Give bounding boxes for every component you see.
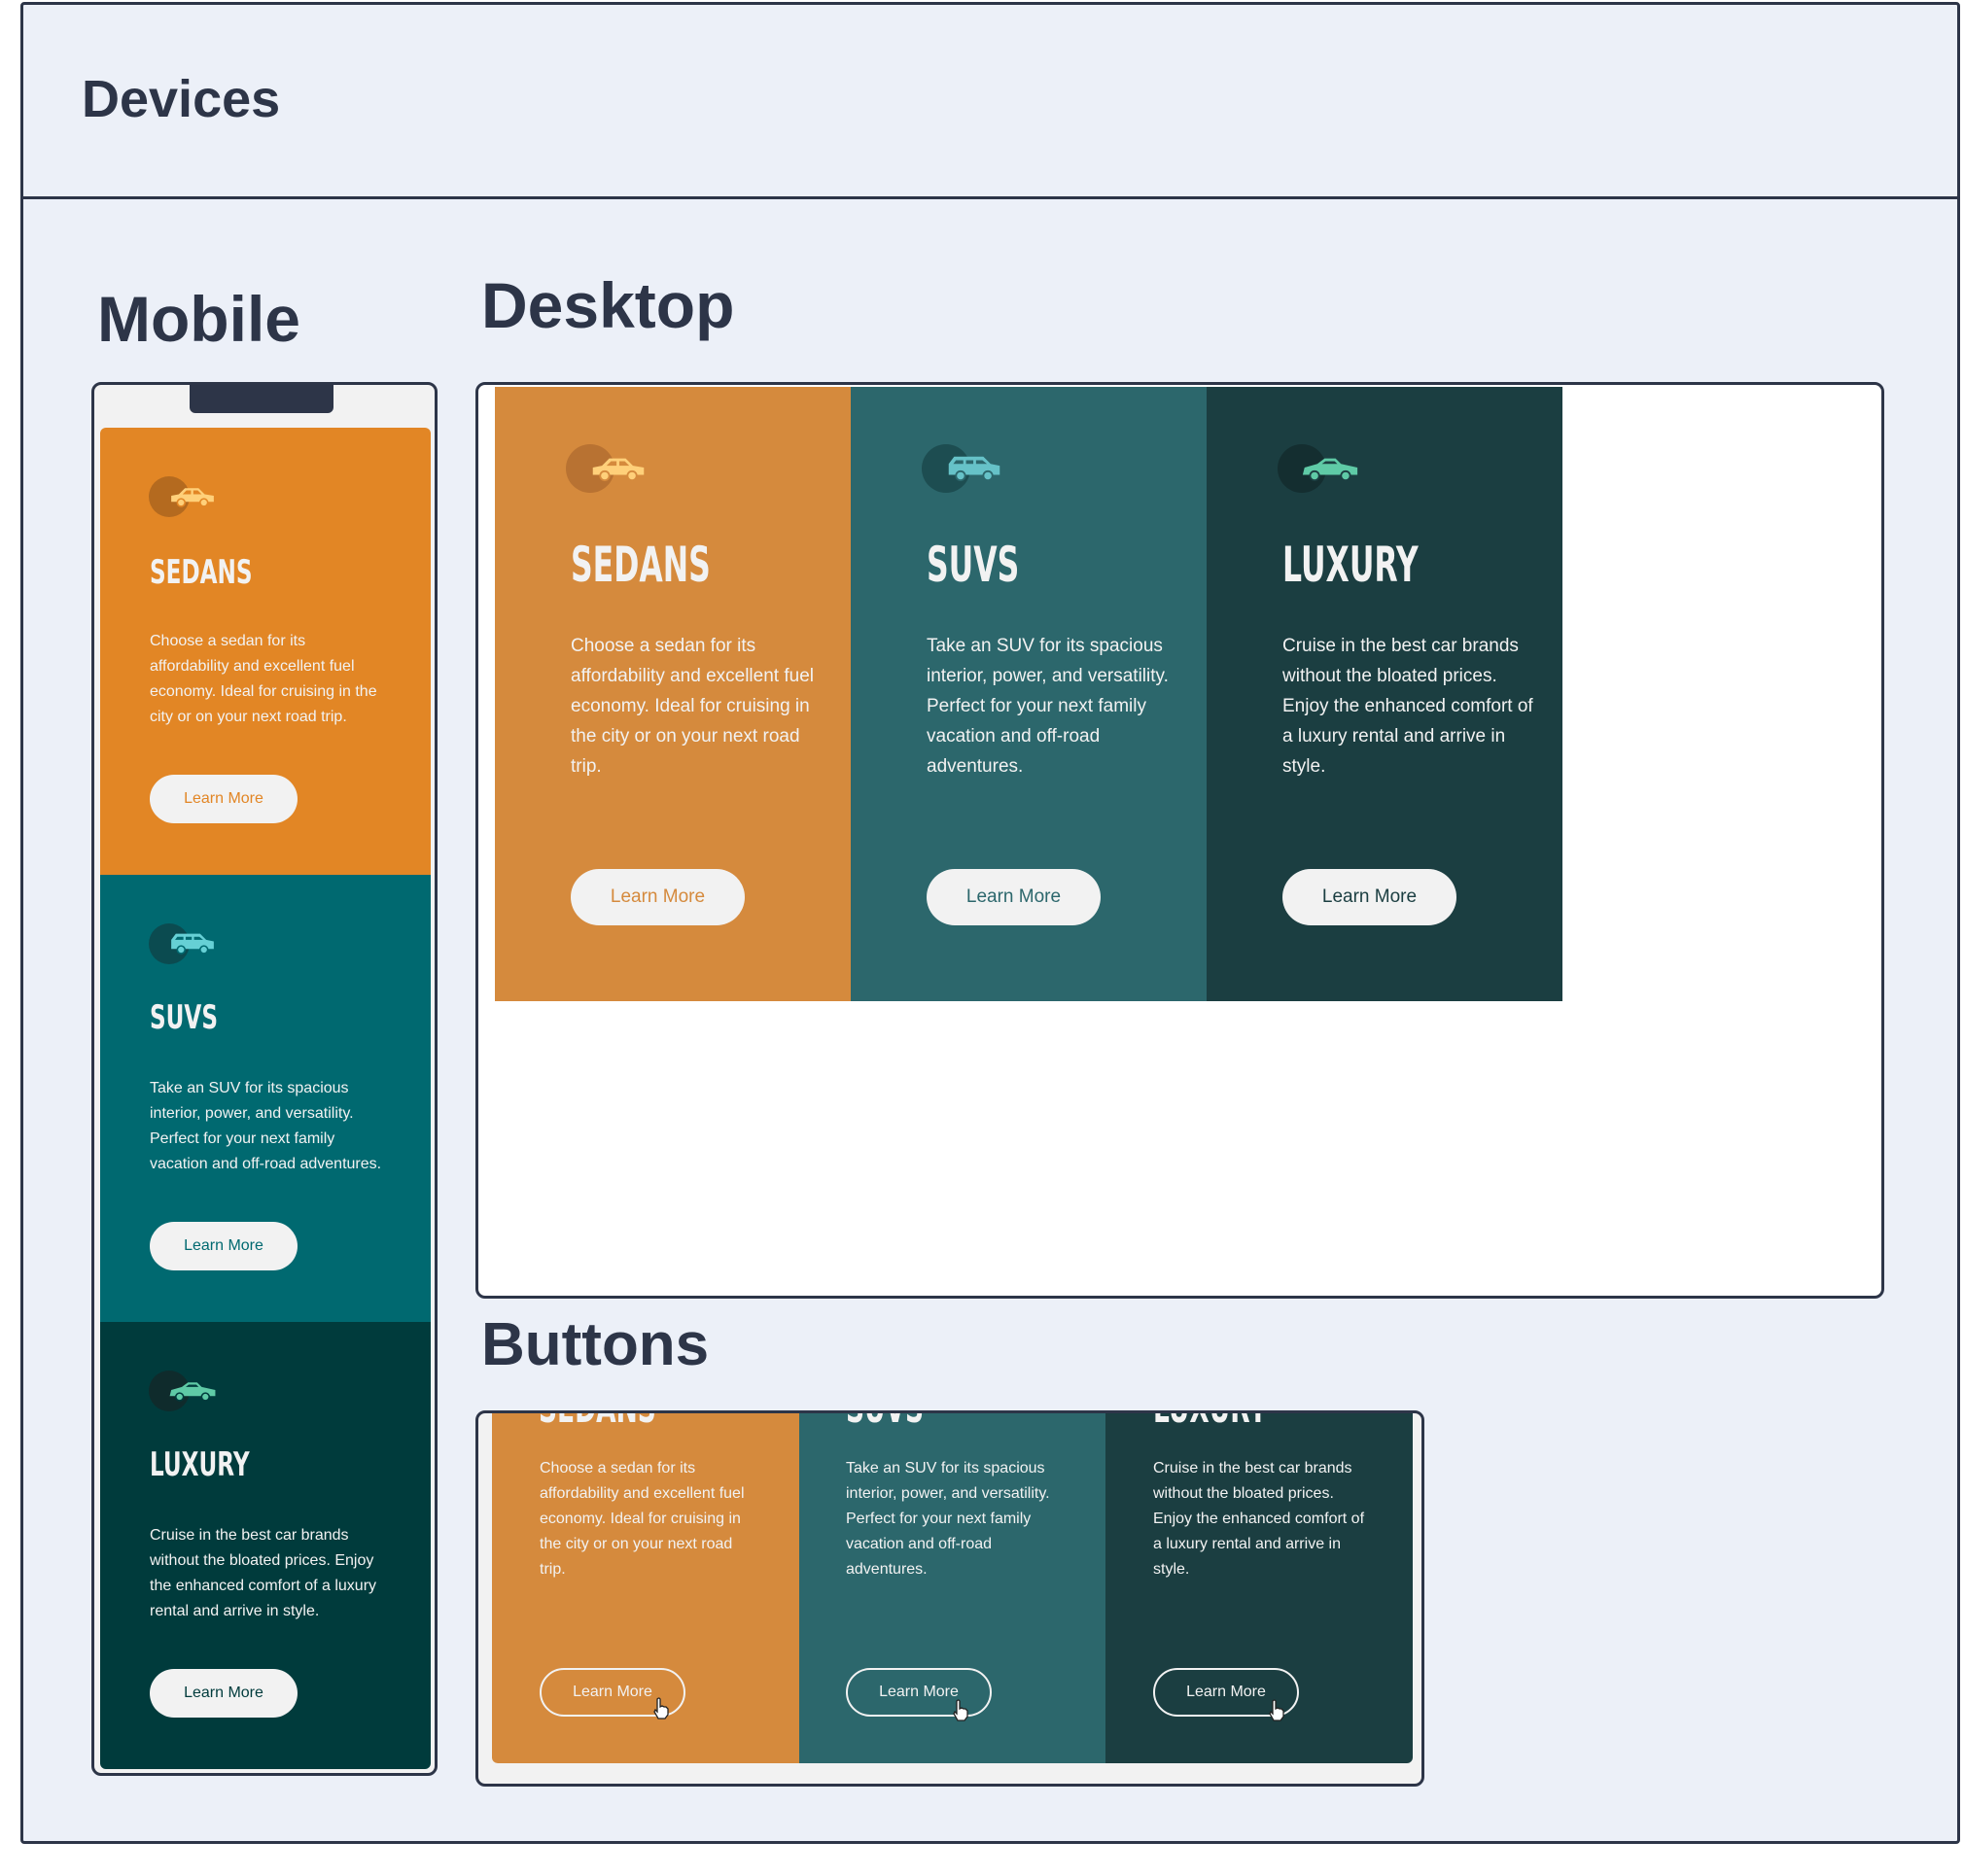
buttons-luxury-title: Luxury (1153, 1413, 1267, 1429)
mobile-suvs-card: SUVs Take an SUV for its spacious interi… (100, 875, 431, 1322)
buttons-suvs-text: Take an SUV for its spacious interior, p… (846, 1460, 1050, 1578)
page-header: Devices (23, 5, 1957, 199)
desktop-section-title: Desktop (481, 269, 735, 341)
sedan-car-icon (149, 476, 217, 517)
mobile-section-title: Mobile (97, 283, 300, 355)
desktop-luxury-title: Luxury (1282, 537, 1419, 593)
pointer-cursor-icon (1269, 1699, 1284, 1721)
buttons-sedans-title: Sedans (539, 1413, 656, 1429)
desktop-frame: Sedans Choose a sedan for its affordabil… (475, 382, 1884, 1299)
buttons-suvs-title: SUVs (846, 1413, 924, 1429)
page-title: Devices (82, 70, 281, 128)
mobile-luxury-text: Cruise in the best car brands without th… (150, 1527, 377, 1619)
devices-frame: Devices Mobile Desktop Buttons Sedans Ch… (20, 2, 1960, 1844)
desktop-luxury-text: Cruise in the best car brands without th… (1282, 636, 1533, 777)
desktop-sedans-learn-more-button[interactable]: Learn More (571, 869, 745, 925)
buttons-suvs-card: SUVs Take an SUV for its spacious interi… (799, 1413, 1105, 1763)
mobile-sedans-card: Sedans Choose a sedan for its affordabil… (100, 428, 431, 875)
mobile-suvs-text: Take an SUV for its spacious interior, p… (150, 1080, 382, 1172)
luxury-car-icon (1278, 444, 1359, 493)
desktop-luxury-learn-more-button[interactable]: Learn More (1282, 869, 1456, 925)
pointer-cursor-icon (953, 1699, 968, 1721)
desktop-sedans-title: Sedans (571, 537, 711, 593)
sedan-car-icon (566, 444, 648, 493)
mobile-sedans-title: Sedans (150, 553, 253, 592)
mobile-luxury-card: Luxury Cruise in the best car brands wit… (100, 1322, 431, 1769)
buttons-hover-frame: Sedans Choose a sedan for its affordabil… (475, 1410, 1424, 1787)
luxury-car-icon (149, 1371, 217, 1411)
desktop-sedans-text: Choose a sedan for its affordability and… (571, 636, 814, 777)
desktop-suvs-title: SUVs (927, 537, 1020, 593)
mobile-sedans-learn-more-button[interactable]: Learn More (150, 775, 298, 823)
pointer-cursor-icon (653, 1697, 669, 1720)
desktop-luxury-card: Luxury Cruise in the best car brands wit… (1207, 387, 1562, 1001)
suv-car-icon (149, 923, 217, 964)
mobile-sedans-text: Choose a sedan for its affordability and… (150, 633, 377, 725)
mobile-suvs-title: SUVs (150, 998, 218, 1037)
buttons-sedans-card: Sedans Choose a sedan for its affordabil… (492, 1413, 799, 1763)
mobile-frame: Sedans Choose a sedan for its affordabil… (91, 382, 438, 1776)
buttons-section-title: Buttons (481, 1311, 710, 1378)
desktop-suvs-card: SUVs Take an SUV for its spacious interi… (851, 387, 1207, 1001)
desktop-sedans-card: Sedans Choose a sedan for its affordabil… (495, 387, 851, 1001)
desktop-suvs-learn-more-button[interactable]: Learn More (927, 869, 1101, 925)
mobile-luxury-title: Luxury (150, 1445, 250, 1484)
buttons-luxury-card: Luxury Cruise in the best car brands wit… (1105, 1413, 1413, 1763)
desktop-suvs-text: Take an SUV for its spacious interior, p… (927, 636, 1169, 777)
mobile-suvs-learn-more-button[interactable]: Learn More (150, 1222, 298, 1270)
buttons-sedans-text: Choose a sedan for its affordability and… (540, 1460, 745, 1578)
suv-car-icon (922, 444, 1003, 493)
mobile-notch (190, 385, 333, 413)
mobile-luxury-learn-more-button[interactable]: Learn More (150, 1669, 298, 1718)
buttons-luxury-text: Cruise in the best car brands without th… (1153, 1460, 1365, 1578)
